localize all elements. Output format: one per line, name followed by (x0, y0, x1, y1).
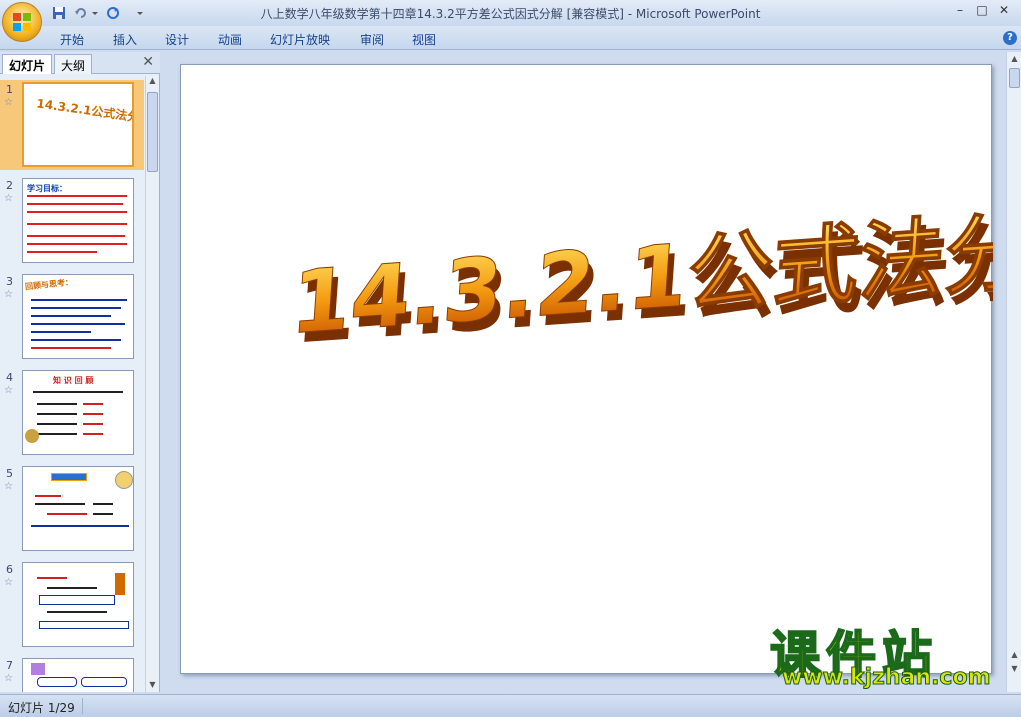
tab-slideshow[interactable]: 幻灯片放映 (270, 31, 330, 48)
transition-star-icon: ☆ (4, 577, 13, 588)
thumb-title: 14.3.2.1公式法分解因式 (35, 96, 134, 130)
slide-thumbnail-5[interactable]: 5 ☆ (0, 464, 144, 554)
tab-outline[interactable]: 大纲 (54, 54, 93, 74)
slide-preview (22, 466, 134, 551)
slide-preview (22, 658, 134, 692)
office-logo-icon (13, 13, 31, 31)
slide-title-wordart: 14.3.2.1公式法分解因式 14.3.2.1公式法分解因式 (287, 184, 993, 364)
current-slide[interactable]: 14.3.2.1公式法分解因式 14.3.2.1公式法分解因式 (180, 64, 993, 674)
tab-review[interactable]: 审阅 (360, 31, 384, 48)
tab-design[interactable]: 设计 (165, 31, 189, 48)
slide-preview: 回顾与思考： (22, 274, 134, 359)
title-bar: 八上数学八年级数学第十四章14.3.2平方差公式因式分解 [兼容模式] - Mi… (0, 0, 1021, 26)
slide-number: 4 (6, 371, 13, 384)
slide-thumbnails: 1 ☆ 14.3.2.1公式法分解因式 2 ☆ 学习目标： 3 ☆ 回顾与思考：… (0, 76, 144, 692)
pane-tabs: 幻灯片 大纲 ✕ (0, 52, 160, 74)
previous-slide-icon[interactable]: ▲ (1009, 650, 1020, 662)
slide-thumbnail-3[interactable]: 3 ☆ 回顾与思考： (0, 272, 144, 362)
slide-preview: 知 识 回 顾 (22, 370, 134, 455)
status-divider (82, 698, 83, 714)
slide-thumbnail-6[interactable]: 6 ☆ (0, 560, 144, 650)
thumb-heading: 回顾与思考： (24, 277, 74, 292)
ribbon-tabs: 开始 插入 设计 动画 幻灯片放映 审阅 视图 (0, 26, 1021, 50)
minimize-button[interactable]: – (950, 2, 970, 18)
kjzhan-watermark: 课件站 www.kjzhan.com (769, 615, 1010, 695)
slides-pane-scrollbar[interactable]: ▲ ▼ (145, 76, 158, 692)
slide-preview: 学习目标： (22, 178, 134, 263)
scroll-down-icon[interactable]: ▼ (147, 680, 158, 692)
office-button[interactable] (2, 2, 42, 42)
slide-thumbnail-7[interactable]: 7 ☆ (0, 656, 144, 692)
slide-number: 1 (6, 83, 13, 96)
thumb-heading: 学习目标： (27, 184, 67, 193)
transition-star-icon: ☆ (4, 673, 13, 684)
slide-number: 5 (6, 467, 13, 480)
slides-pane: 幻灯片 大纲 ✕ 1 ☆ 14.3.2.1公式法分解因式 2 ☆ 学习目标： 3… (0, 52, 160, 692)
slide-title: 14.3.2.1公式法分解因式 (288, 184, 993, 354)
scroll-up-icon[interactable]: ▲ (147, 76, 158, 88)
close-window-button[interactable]: ✕ (994, 2, 1014, 18)
slide-scrollbar[interactable]: ▲ ▲ ▼ (1006, 52, 1021, 692)
next-slide-icon[interactable]: ▼ (1009, 664, 1020, 676)
tab-view[interactable]: 视图 (412, 31, 436, 48)
close-pane-icon[interactable]: ✕ (142, 54, 154, 70)
slide-number: 6 (6, 563, 13, 576)
thumb-heading: 知 识 回 顾 (53, 376, 94, 385)
transition-star-icon: ☆ (4, 289, 13, 300)
slide-number: 2 (6, 179, 13, 192)
maximize-button[interactable]: □ (972, 2, 992, 18)
window-title: 八上数学八年级数学第十四章14.3.2平方差公式因式分解 [兼容模式] - Mi… (260, 7, 761, 21)
slide-thumbnail-4[interactable]: 4 ☆ 知 识 回 顾 (0, 368, 144, 458)
transition-star-icon: ☆ (4, 193, 13, 204)
scroll-thumb[interactable] (147, 92, 158, 172)
slide-preview (22, 562, 134, 647)
scroll-thumb[interactable] (1009, 68, 1020, 88)
status-bar: 幻灯片 1/29 (0, 694, 1021, 717)
slide-thumbnail-1[interactable]: 1 ☆ 14.3.2.1公式法分解因式 (0, 80, 144, 170)
transition-star-icon: ☆ (4, 97, 13, 108)
transition-star-icon: ☆ (4, 385, 13, 396)
tab-slides[interactable]: 幻灯片 (2, 54, 53, 74)
tab-insert[interactable]: 插入 (113, 31, 137, 48)
slide-number: 7 (6, 659, 13, 672)
slide-number: 3 (6, 275, 13, 288)
transition-star-icon: ☆ (4, 481, 13, 492)
help-icon[interactable]: ? (1003, 31, 1017, 45)
scroll-up-icon[interactable]: ▲ (1009, 54, 1020, 66)
tab-home[interactable]: 开始 (60, 31, 84, 48)
watermark-url: www.kjzhan.com (782, 665, 992, 691)
slide-counter: 幻灯片 1/29 (8, 701, 75, 715)
slide-thumbnail-2[interactable]: 2 ☆ 学习目标： (0, 176, 144, 266)
tab-animations[interactable]: 动画 (218, 31, 242, 48)
slide-preview: 14.3.2.1公式法分解因式 (22, 82, 134, 167)
